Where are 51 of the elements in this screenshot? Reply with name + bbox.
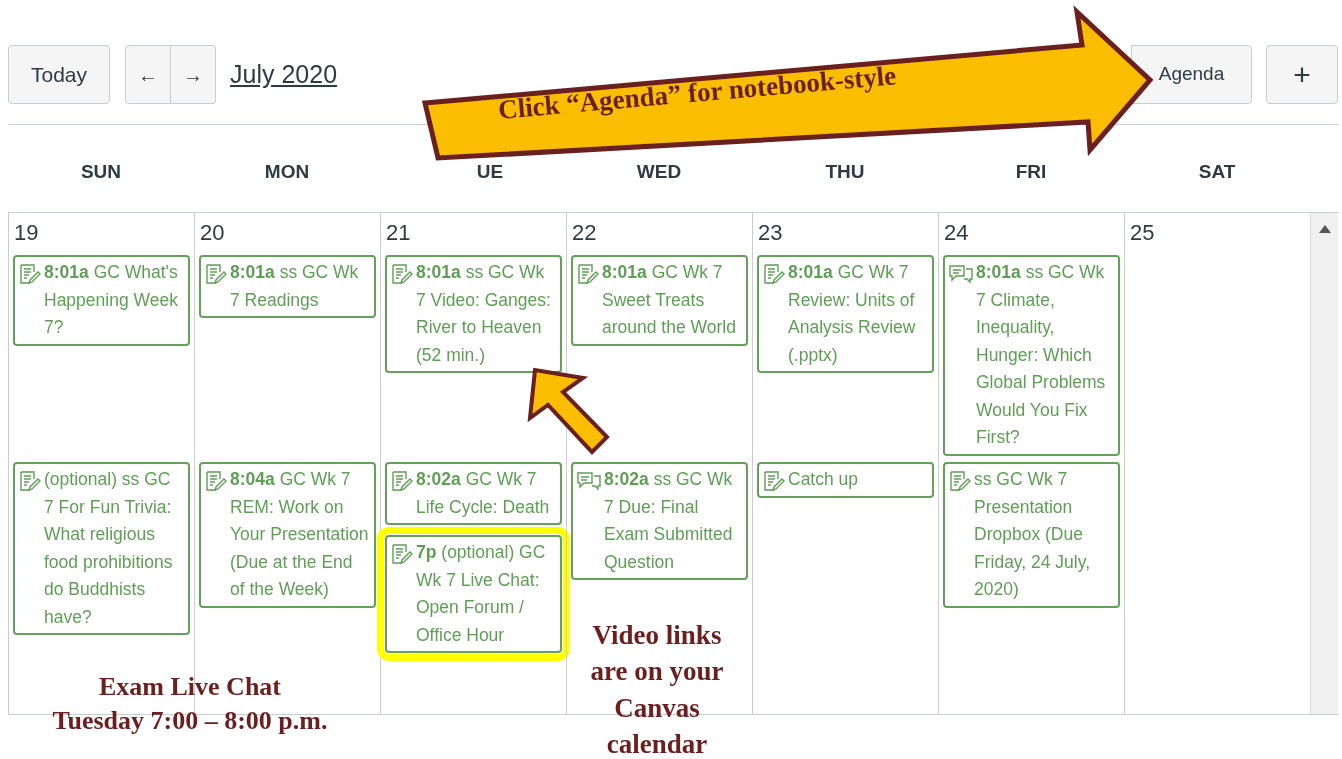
scroll-up-icon[interactable] [1318,225,1331,233]
date-number: 21 [385,219,412,247]
date-number: 19 [13,219,40,247]
weekday-header: SUN [79,160,123,184]
calendar-event[interactable]: 8:01a ss GC Wk 7 Climate, Inequality, Hunger: Which Global Problems Would You Fix First? [943,255,1120,456]
date-number: 20 [199,219,226,247]
discussion-icon [949,263,973,285]
calendar-event[interactable]: Catch up [757,462,934,498]
calendar-event[interactable]: (optional) ss GC 7 For Fun Trivia: What religious food prohibitions do Buddhists have? [13,462,190,635]
calendar-event[interactable]: 8:01a ss GC Wk 7 Readings [199,255,376,318]
scrollbar[interactable] [1310,213,1338,714]
date-number: 24 [943,219,970,247]
date-number: 22 [571,219,598,247]
calendar-event[interactable]: 8:01a GC What's Happening Week 7? [13,255,190,346]
month-title-link[interactable]: July 2020 [230,55,338,94]
weekday-header: SAT [1197,160,1237,184]
previous-button[interactable]: ← [125,45,172,104]
assignment-icon [391,263,413,285]
calendar-event[interactable]: 8:01a ss GC Wk 7 Video: Ganges: River to Heaven (52 min.) [385,255,562,373]
calendar-event[interactable]: 8:02a GC Wk 7 Life Cycle: Death [385,462,562,525]
annotation-text: Video links are on your Canvas calendar [589,619,725,759]
calendar-event[interactable]: 8:01a GC Wk 7 Review: Units of Analysis Review (.pptx) [757,255,934,373]
calendar-event[interactable]: 8:01a GC Wk 7 Sweet Treats around the World [571,255,748,346]
assignment-icon [577,263,599,285]
weekday-header: UE [475,160,505,184]
assignment-icon [391,543,413,565]
date-number: 25 [1129,219,1156,247]
today-button[interactable]: Today [8,45,111,104]
weekday-header: MON [263,160,311,184]
weekday-header: THU [824,160,866,184]
assignment-icon [19,470,41,492]
calendar-event[interactable]: 8:04a GC Wk 7 REM: Work on Your Presentation (Due at the End of the Week) [199,462,376,608]
view-button[interactable]: Agenda [1131,45,1252,104]
add-button[interactable]: + [1266,45,1338,104]
date-number: 23 [757,219,784,247]
calendar-event[interactable]: 8:02a ss GC Wk 7 Due: Final Exam Submitted Question [571,462,748,580]
assignment-icon [949,470,971,492]
assignment-icon [19,263,41,285]
assignment-icon [763,470,785,492]
assignment-icon [391,470,413,492]
assignment-icon [205,470,227,492]
weekday-header: WED [635,160,683,184]
weekday-header: FRI [1014,160,1048,184]
calendar-event[interactable]: ss GC Wk 7 Presentation Dropbox (Due Friday, 24 July, 2020) [943,462,1120,608]
assignment-icon [763,263,785,285]
next-button[interactable]: → [171,45,217,104]
assignment-icon [205,263,227,285]
annotation-text: Tuesday 7:00 – 8:00 p.m. [51,704,329,737]
callout-text: Click “Agenda” for notebook-style [497,61,898,126]
discussion-icon [577,470,601,492]
annotation-text: Exam Live Chat [98,671,282,703]
